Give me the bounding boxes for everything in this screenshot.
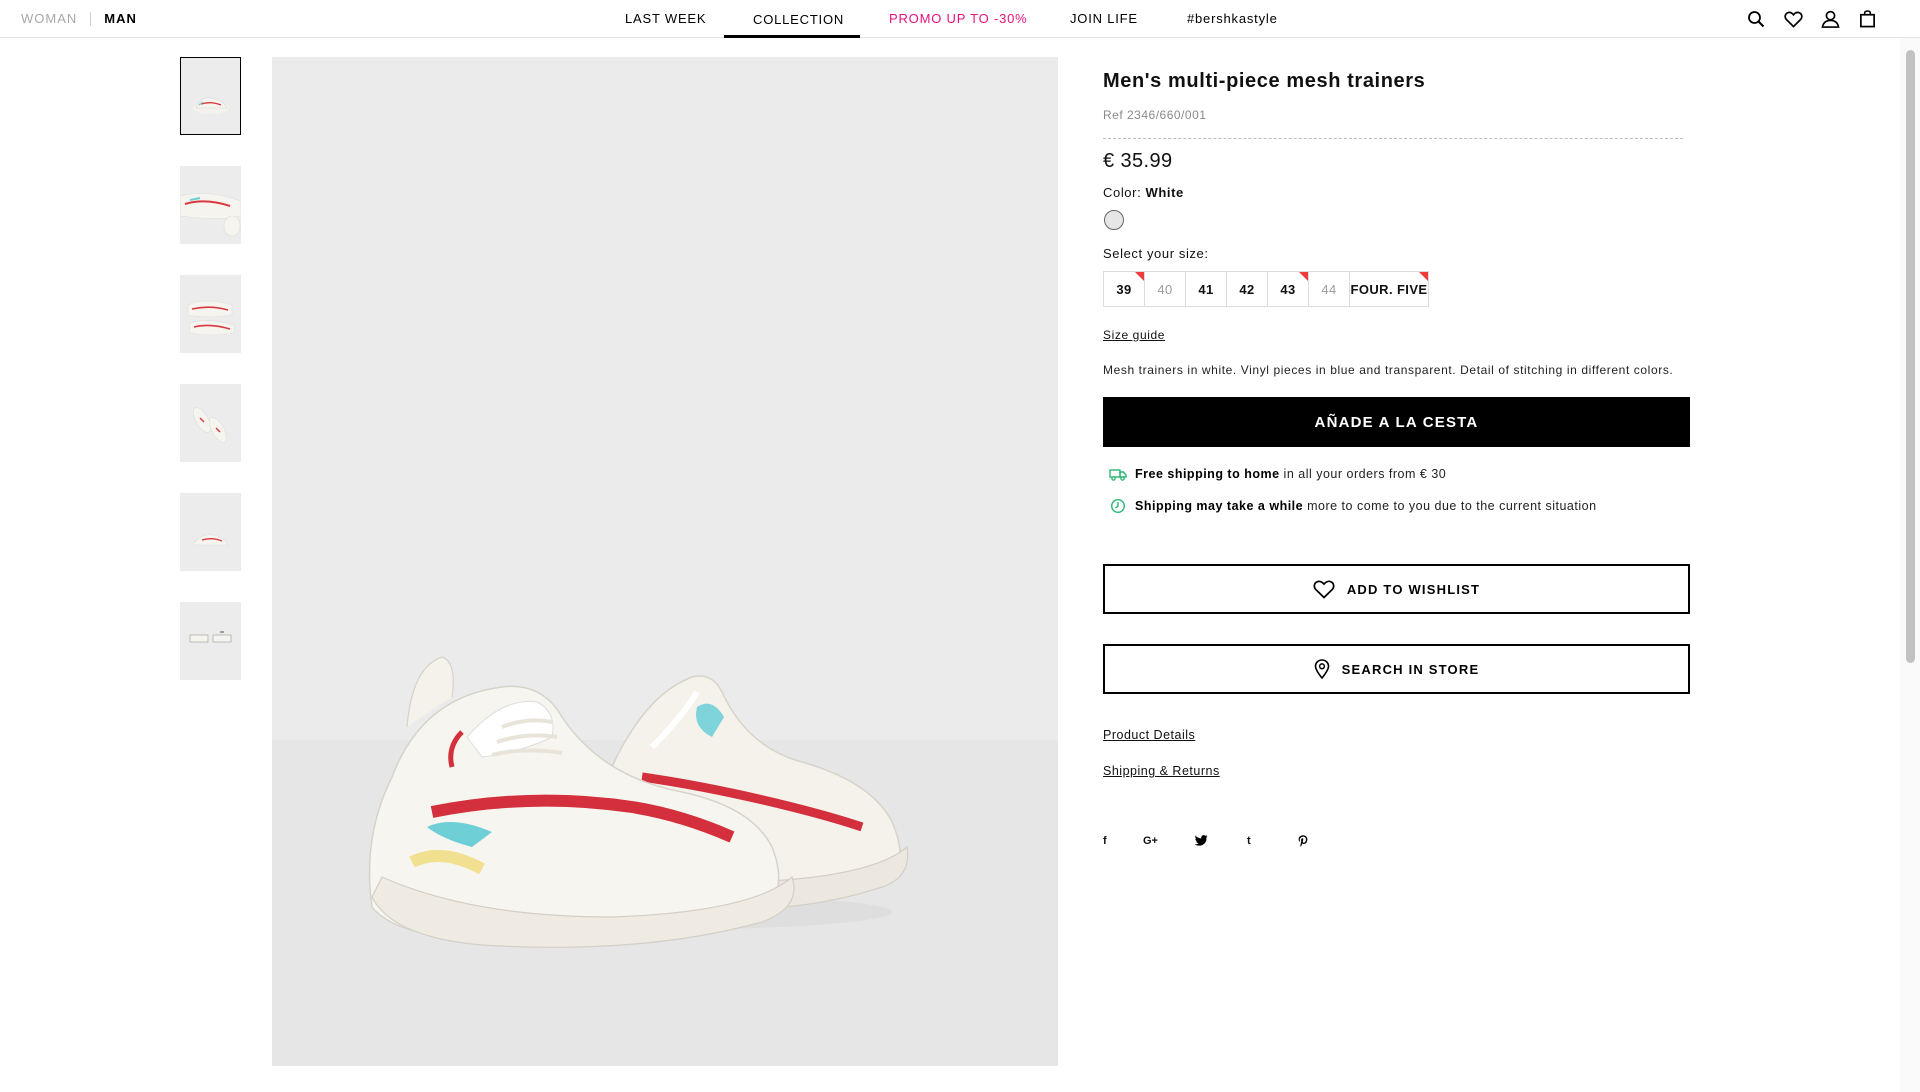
size-option-42[interactable]: 42 <box>1226 271 1268 307</box>
product-ref: Ref 2346/660/001 <box>1103 108 1207 122</box>
color-value: White <box>1145 185 1184 200</box>
low-stock-marker <box>1135 272 1144 281</box>
woman-link[interactable]: WOMAN <box>21 11 77 26</box>
shipping-info-free: Free shipping to home in all your orders… <box>1109 466 1446 482</box>
product-details-link[interactable]: Product Details <box>1103 728 1195 742</box>
size-select-label: Select your size: <box>1103 246 1209 261</box>
thumbnail-3[interactable] <box>180 275 241 353</box>
nav-join-life[interactable]: JOIN LIFE <box>1070 11 1138 26</box>
location-pin-icon <box>1314 659 1330 679</box>
size-label: 44 <box>1321 281 1337 297</box>
size-option-40[interactable]: 40 <box>1144 271 1186 307</box>
thumbnail-4[interactable] <box>180 384 241 462</box>
thumbnail-2[interactable] <box>180 166 241 244</box>
size-option-41[interactable]: 41 <box>1185 271 1227 307</box>
google-plus-icon[interactable]: G+ <box>1143 835 1158 847</box>
size-label: 40 <box>1157 281 1173 297</box>
tumblr-icon[interactable]: t <box>1247 835 1251 847</box>
color-label: Color: <box>1103 185 1142 200</box>
nav-promo[interactable]: PROMO UP TO -30% <box>889 11 1028 26</box>
low-stock-marker <box>1419 272 1428 281</box>
heart-icon[interactable] <box>1782 8 1804 30</box>
color-swatch-white[interactable] <box>1104 210 1124 230</box>
shipping-free-bold: Free shipping to home <box>1135 467 1280 481</box>
product-title: Men's multi-piece mesh trainers <box>1103 70 1426 92</box>
shipping-delay-bold: Shipping may take a while <box>1135 499 1304 513</box>
size-label: 42 <box>1239 281 1255 297</box>
shipping-info-delay: Shipping may take a while more to come t… <box>1109 498 1597 514</box>
size-option-43[interactable]: 43 <box>1267 271 1309 307</box>
size-label: 41 <box>1198 281 1214 297</box>
bag-icon[interactable] <box>1856 8 1878 30</box>
clock-icon <box>1109 498 1127 514</box>
size-option-45[interactable]: FOUR. FIVE <box>1349 271 1429 307</box>
shipping-delay-text: more to come to you due to the current s… <box>1307 499 1597 513</box>
divider <box>1103 138 1683 139</box>
man-link[interactable]: MAN <box>104 11 137 26</box>
thumbnail-1[interactable] <box>180 57 241 135</box>
size-label: 43 <box>1280 281 1296 297</box>
shipping-returns-link[interactable]: Shipping & Returns <box>1103 764 1220 778</box>
shipping-free-text: in all your orders from € 30 <box>1283 467 1447 481</box>
gender-divider <box>90 11 92 26</box>
size-label: FOUR. FIVE <box>1350 281 1428 297</box>
header-icons <box>1745 8 1878 30</box>
top-header: WOMAN MAN LAST WEEK COLLECTION PROMO UP … <box>0 0 1920 38</box>
search-store-label: SEARCH IN STORE <box>1341 661 1480 677</box>
low-stock-marker <box>1299 272 1308 281</box>
size-label: 39 <box>1116 281 1132 297</box>
user-icon[interactable] <box>1819 8 1841 30</box>
thumbnail-6[interactable] <box>180 602 241 680</box>
search-in-store-button[interactable]: SEARCH IN STORE <box>1103 644 1690 694</box>
page-scrollbar[interactable] <box>1900 38 1920 1092</box>
nav-active-underline <box>724 35 860 38</box>
gender-switch: WOMAN MAN <box>21 11 137 26</box>
scrollbar-thumb[interactable] <box>1906 50 1915 663</box>
product-price: € 35.99 <box>1103 150 1173 172</box>
add-to-cart-button[interactable]: AÑADE A LA CESTA <box>1103 397 1690 447</box>
size-guide-link[interactable]: Size guide <box>1103 328 1165 342</box>
heart-outline-icon <box>1313 580 1335 599</box>
nav-bershkastyle[interactable]: #bershkastyle <box>1187 11 1278 26</box>
size-selector: 39 40 41 42 43 44 FOUR. FIVE <box>1103 271 1429 307</box>
size-option-44[interactable]: 44 <box>1308 271 1350 307</box>
size-option-39[interactable]: 39 <box>1103 271 1145 307</box>
thumbnail-5[interactable] <box>180 493 241 571</box>
wishlist-label: ADD TO WISHLIST <box>1346 581 1481 597</box>
twitter-icon[interactable] <box>1195 835 1208 846</box>
facebook-icon[interactable]: f <box>1103 835 1107 847</box>
color-selection-label: Color: White <box>1103 185 1184 200</box>
pinterest-icon[interactable] <box>1298 835 1308 847</box>
search-icon[interactable] <box>1745 8 1767 30</box>
main-product-image[interactable] <box>272 57 1058 1066</box>
product-description: Mesh trainers in white. Vinyl pieces in … <box>1103 363 1674 377</box>
nav-collection[interactable]: COLLECTION <box>753 12 844 27</box>
add-to-wishlist-button[interactable]: ADD TO WISHLIST <box>1103 564 1690 614</box>
truck-icon <box>1109 466 1127 482</box>
nav-last-week[interactable]: LAST WEEK <box>625 11 706 26</box>
trainers-illustration <box>368 656 909 948</box>
